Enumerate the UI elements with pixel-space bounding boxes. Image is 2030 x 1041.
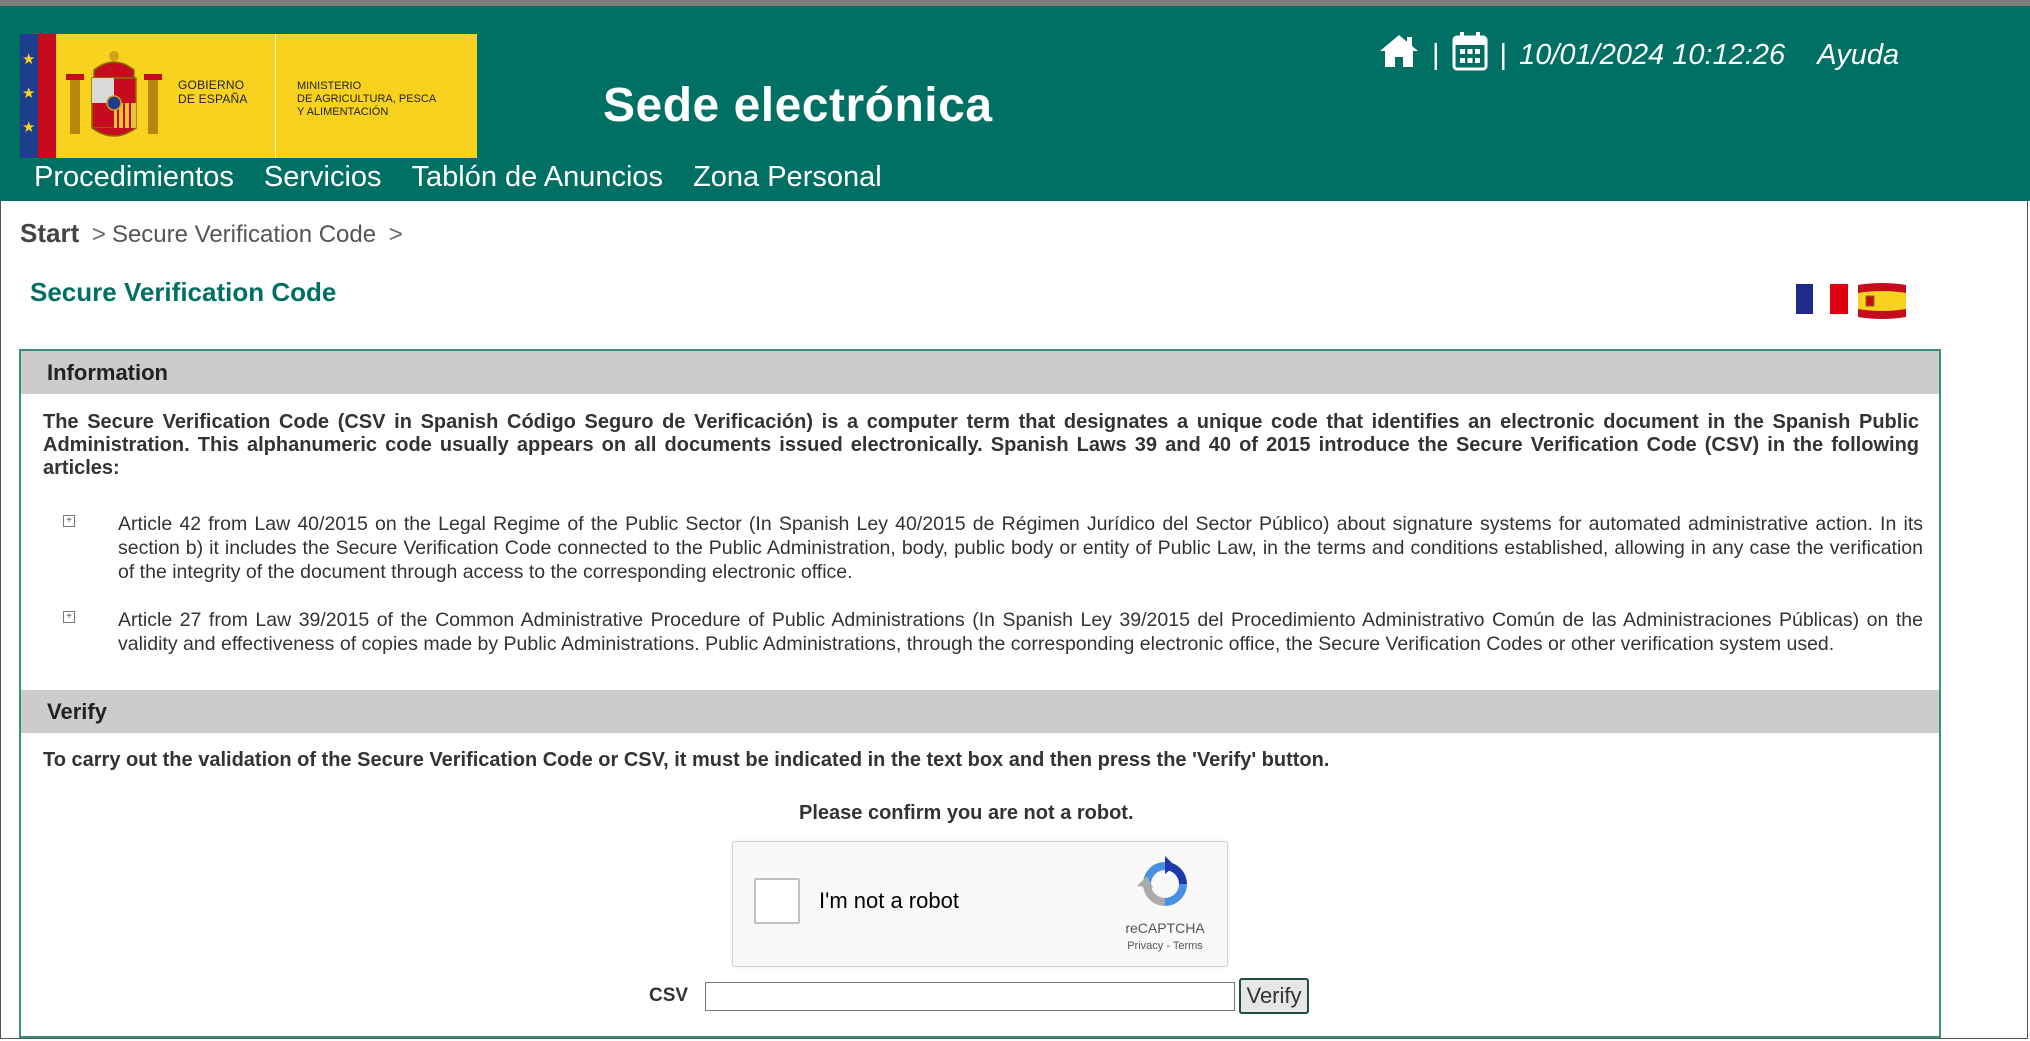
separator: | [1432,38,1440,71]
expand-bullet-icon[interactable]: + [63,515,75,527]
list-item: + Article 27 from Law 39/2015 of the Com… [63,608,1923,656]
recaptcha-checkbox[interactable] [754,878,800,924]
breadcrumb-start[interactable]: Start [20,218,79,248]
main-navigation: Procedimientos Servicios Tablón de Anunc… [34,161,882,194]
calendar-icon[interactable] [1452,31,1488,79]
csv-input[interactable] [705,982,1235,1011]
ministerio-text: MINISTERIO DE AGRICULTURA, PESCA Y ALIME… [297,80,436,119]
csv-panel: Information The Secure Verification Code… [19,349,1941,1038]
information-intro: The Secure Verification Code (CSV in Spa… [43,411,1919,479]
coat-of-arms-icon [66,51,162,137]
list-item: + Article 42 from Law 40/2015 on the Leg… [63,512,1923,584]
breadcrumb-current[interactable]: Secure Verification Code [112,221,376,248]
recaptcha-widget: I'm not a robot reCAPTCHA Privacy - Term… [732,841,1228,967]
expand-bullet-icon[interactable]: + [63,611,75,623]
recaptcha-label: I'm not a robot [819,888,959,913]
flag-france-icon[interactable] [1796,282,1848,316]
article-text: Article 42 from Law 40/2015 on the Legal… [118,513,1923,583]
site-header: ★ ★ ★ GOBIERNO DE ESPAÑA MINISTERIO DE A… [0,0,2030,201]
gobierno-line-1: GOBIERNO [178,78,245,92]
recaptcha-logo-icon [1137,856,1187,906]
site-title[interactable]: Sede electrónica [603,78,993,133]
robot-prompt: Please confirm you are not a robot. [799,802,1134,824]
breadcrumb: Start > Secure Verification Code > [20,218,409,249]
current-datetime: 10/01/2024 10:12:26 [1519,38,1786,71]
gobierno-text: GOBIERNO DE ESPAÑA [178,78,248,106]
help-link[interactable]: Ayuda [1817,39,1899,72]
nav-servicios[interactable]: Servicios [264,161,382,194]
language-flags [1796,282,1908,320]
csv-label: CSV [649,985,689,1006]
verify-heading: Verify [21,690,1939,733]
verify-instructions: To carry out the validation of the Secur… [43,749,1330,771]
flag-stripe [38,34,56,158]
recaptcha-brand: reCAPTCHA [1125,920,1205,936]
breadcrumb-separator: > [91,221,106,248]
information-heading: Information [21,351,1939,394]
recaptcha-privacy-terms-links[interactable]: Privacy - Terms [1110,940,1220,952]
gobierno-line-2: DE ESPAÑA [178,92,248,106]
ministerio-line-2: DE AGRICULTURA, PESCA [297,93,437,105]
flag-spain-icon[interactable] [1856,282,1908,320]
separator: | [1499,38,1508,71]
home-icon[interactable] [1378,33,1420,77]
nav-tablon-de-anuncios[interactable]: Tablón de Anuncios [412,161,664,194]
nav-procedimientos[interactable]: Procedimientos [34,161,234,194]
ministerio-line-3: Y ALIMENTACIÓN [297,106,389,118]
page-title: Secure Verification Code [30,277,337,307]
ministerio-line-1: MINISTERIO [297,80,362,92]
logo-divider [275,34,276,158]
nav-zona-personal[interactable]: Zona Personal [693,161,882,194]
article-text: Article 27 from Law 39/2015 of the Commo… [118,609,1923,655]
breadcrumb-separator: > [388,221,403,248]
eu-stars-bar: ★ ★ ★ [20,34,38,158]
top-utility-bar: | | 10/01/2024 10:12:26 Ayuda [1378,30,1899,80]
government-logo[interactable]: ★ ★ ★ GOBIERNO DE ESPAÑA MINISTERIO DE A… [20,34,477,158]
verify-button[interactable]: Verify [1239,978,1309,1014]
